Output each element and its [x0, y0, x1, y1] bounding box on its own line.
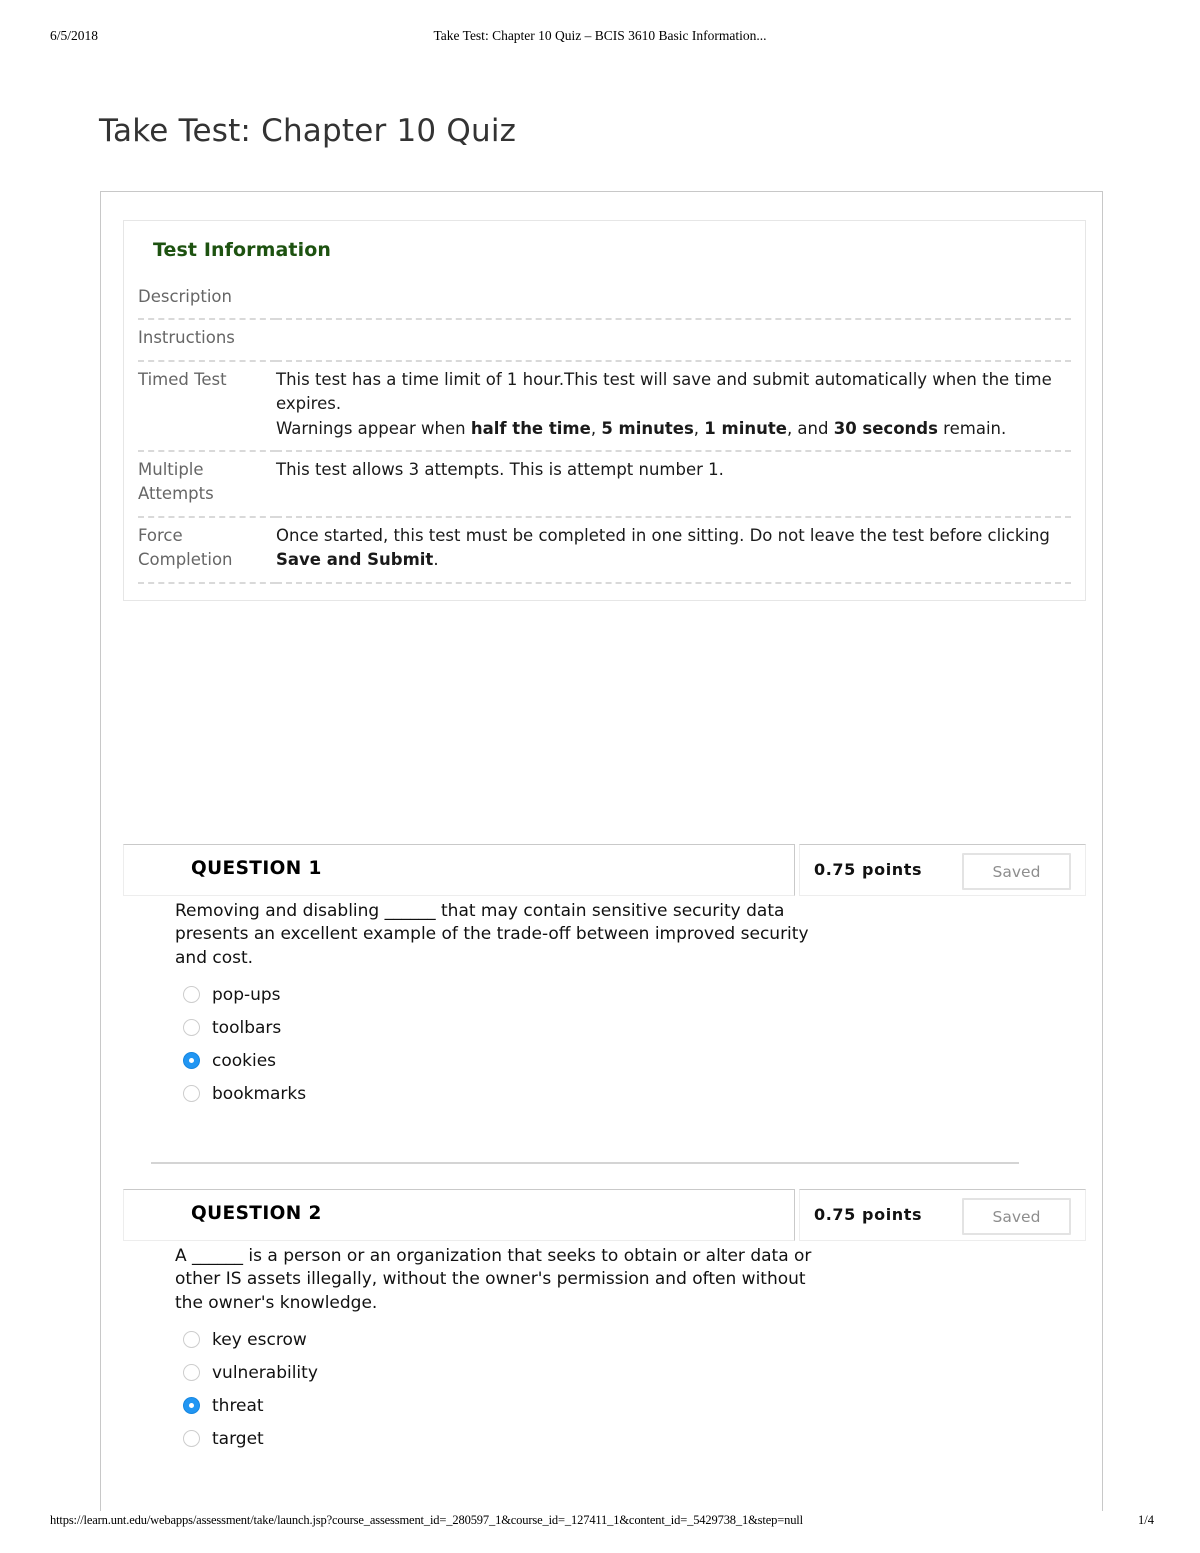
option-label: threat: [212, 1395, 264, 1416]
list-item[interactable]: toolbars: [175, 1011, 875, 1044]
save-answer-button-2[interactable]: Saved: [962, 1198, 1071, 1235]
question-label-2: QUESTION 2: [191, 1203, 322, 1224]
timed-test-warn-1min: 1 minute: [704, 418, 787, 438]
force-completion-post: .: [433, 550, 439, 570]
timed-test-line-1: This test has a time limit of 1 hour.Thi…: [276, 369, 1052, 414]
force-completion-pre: Once started, this test must be complete…: [276, 525, 1050, 545]
row-label-multiple-attempts: Multiple Attempts: [138, 460, 214, 504]
option-label: bookmarks: [212, 1083, 307, 1104]
table-row: Description: [138, 279, 1071, 320]
table-row: Multiple Attempts This test allows 3 att…: [138, 451, 1071, 517]
list-item[interactable]: cookies: [175, 1044, 875, 1077]
question-body-1: Removing and disabling ______ that may c…: [175, 900, 875, 1110]
question-points-1: 0.75 points: [814, 860, 923, 879]
question-header-left-1: QUESTION 1: [123, 844, 795, 896]
row-label-description: Description: [138, 287, 232, 306]
radio-icon[interactable]: [183, 1331, 200, 1349]
timed-test-warn-5min: 5 minutes: [601, 418, 694, 438]
print-footer: https://learn.unt.edu/webapps/assessment…: [50, 1513, 1154, 1531]
row-value-description: [276, 279, 1071, 319]
option-label: target: [212, 1428, 264, 1449]
row-value-timed-test: This test has a time limit of 1 hour.Thi…: [276, 361, 1071, 451]
test-content-frame: Test Information Description Instruction…: [100, 191, 1103, 1511]
question-header-1: QUESTION 1 0.75 points Saved: [123, 844, 1086, 896]
row-value-force-completion: Once started, this test must be complete…: [276, 517, 1071, 583]
save-answer-button-1[interactable]: Saved: [962, 853, 1071, 890]
question-header-right-2: 0.75 points Saved: [799, 1189, 1086, 1241]
print-header: 6/5/2018 Take Test: Chapter 10 Quiz – BC…: [50, 28, 1150, 48]
force-completion-save-submit: Save and Submit: [276, 550, 434, 570]
radio-icon-selected[interactable]: [183, 1397, 200, 1415]
question-options-1: pop-ups toolbars cookies bookmarks: [175, 978, 875, 1110]
option-label: pop-ups: [212, 984, 281, 1005]
timed-test-warn-pre: Warnings appear when: [276, 418, 471, 438]
question-options-2: key escrow vulnerability threat target: [175, 1323, 875, 1455]
row-label-force-completion: Force Completion: [138, 525, 233, 570]
question-header-left-2: QUESTION 2: [123, 1189, 795, 1241]
radio-icon[interactable]: [183, 1430, 200, 1448]
row-label-timed-test: Timed Test: [138, 369, 227, 389]
question-divider: [151, 1162, 1019, 1164]
radio-icon[interactable]: [183, 1364, 200, 1382]
list-item[interactable]: target: [175, 1422, 875, 1455]
list-item[interactable]: key escrow: [175, 1323, 875, 1356]
question-block-2: QUESTION 2 0.75 points Saved A ______ is…: [123, 1189, 1086, 1449]
list-item[interactable]: threat: [175, 1389, 875, 1422]
option-label: vulnerability: [212, 1362, 318, 1383]
question-header-right-1: 0.75 points Saved: [799, 844, 1086, 896]
list-item[interactable]: pop-ups: [175, 978, 875, 1011]
table-row: Force Completion Once started, this test…: [138, 517, 1071, 583]
timed-test-warn-30sec: 30 seconds: [833, 418, 938, 438]
question-text-1: Removing and disabling ______ that may c…: [175, 901, 809, 968]
list-item[interactable]: vulnerability: [175, 1356, 875, 1389]
timed-test-sep-1: ,: [590, 418, 602, 438]
table-row: Timed Test This test has a time limit of…: [138, 361, 1071, 452]
test-information-table: Description Instructions Timed Test This…: [138, 279, 1071, 584]
row-label-instructions: Instructions: [138, 328, 235, 348]
question-label-1: QUESTION 1: [191, 858, 322, 879]
radio-icon[interactable]: [183, 1085, 200, 1103]
print-footer-page-number: 1/4: [1138, 1513, 1154, 1527]
question-text-2: A ______ is a person or an organization …: [175, 1246, 812, 1313]
print-header-title: Take Test: Chapter 10 Quiz – BCIS 3610 B…: [433, 28, 767, 43]
question-header-2: QUESTION 2 0.75 points Saved: [123, 1189, 1086, 1241]
timed-test-warn-post: remain.: [937, 418, 1007, 438]
radio-icon[interactable]: [183, 986, 200, 1004]
radio-icon-selected[interactable]: [183, 1052, 200, 1070]
radio-icon[interactable]: [183, 1019, 200, 1037]
test-information-heading: Test Information: [153, 239, 332, 261]
table-row: Instructions: [138, 319, 1071, 361]
timed-test-sep-2: ,: [693, 418, 705, 438]
timed-test-sep-3: , and: [786, 418, 834, 438]
page-title: Take Test: Chapter 10 Quiz: [99, 112, 517, 149]
timed-test-warn-half: half the time: [470, 418, 591, 438]
question-points-2: 0.75 points: [814, 1205, 923, 1224]
option-label: key escrow: [212, 1329, 307, 1350]
question-body-2: A ______ is a person or an organization …: [175, 1245, 875, 1455]
row-value-instructions: [276, 319, 1071, 360]
option-label: cookies: [212, 1050, 277, 1071]
row-value-multiple-attempts: This test allows 3 attempts. This is att…: [276, 460, 724, 480]
option-label: toolbars: [212, 1017, 282, 1038]
test-information-panel: Test Information Description Instruction…: [123, 220, 1086, 601]
print-footer-url: https://learn.unt.edu/webapps/assessment…: [50, 1513, 803, 1527]
question-block-1: QUESTION 1 0.75 points Saved Removing an…: [123, 844, 1086, 1104]
list-item[interactable]: bookmarks: [175, 1077, 875, 1110]
